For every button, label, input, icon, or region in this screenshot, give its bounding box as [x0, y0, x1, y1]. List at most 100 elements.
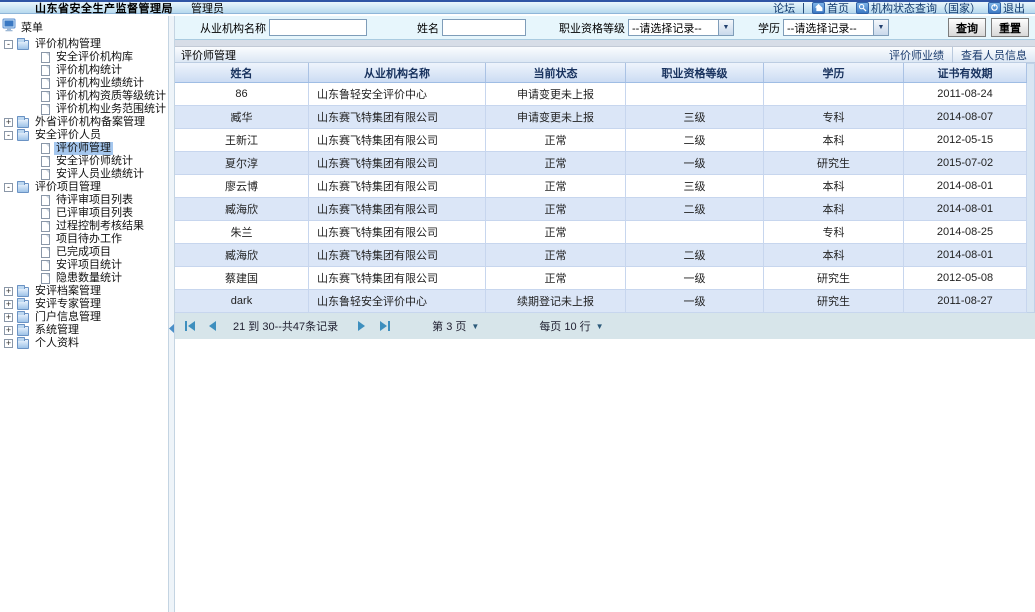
sidebar-tree-item[interactable]: 安全评价师统计 [2, 155, 168, 168]
tree-item-label: 评价机构统计 [54, 64, 124, 77]
sidebar-tree-item[interactable]: 安全评价机构库 [2, 51, 168, 64]
sidebar-tree-item[interactable]: + 系统管理 [2, 324, 168, 337]
sidebar-tree-item[interactable]: 过程控制考核结果 [2, 220, 168, 233]
sidebar-tree-item[interactable]: 隐患数量统计 [2, 272, 168, 285]
cell-cert-expiry: 2014-08-01 [904, 175, 1027, 198]
cell-cert-expiry: 2012-05-08 [904, 267, 1027, 290]
table-column-header[interactable]: 从业机构名称 [309, 63, 486, 82]
cell-status: 续期登记未上报 [486, 290, 626, 313]
cell-organization: 山东赛飞特集团有限公司 [309, 152, 486, 175]
sidebar-tree-item[interactable]: 评价师管理 [2, 142, 168, 155]
page-select[interactable]: 第 3 页 ▼ [432, 318, 479, 334]
sidebar-tree-item[interactable]: + 外省评价机构备案管理 [2, 116, 168, 129]
cell-cert-expiry: 2011-08-27 [904, 290, 1027, 313]
splitter-collapse-handle[interactable] [169, 311, 174, 345]
previous-page-icon[interactable] [205, 321, 219, 331]
cell-grade: 二级 [626, 198, 764, 221]
sidebar-tree-item[interactable]: 评价机构统计 [2, 64, 168, 77]
first-page-icon[interactable] [183, 321, 197, 331]
tree-node-icon [41, 78, 50, 89]
tree-item-label: 安全评价人员 [33, 129, 103, 142]
sidebar-tree-item[interactable]: 待评审项目列表 [2, 194, 168, 207]
top-links: 论坛 | 首页 机构状态查询（国家） 退出 [773, 0, 1025, 16]
table-row[interactable]: 蔡建国 山东赛飞特集团有限公司 正常 一级 研究生 2012-05-08 [175, 267, 1027, 290]
grade-select-arrow-icon[interactable]: ▼ [718, 20, 733, 35]
table-row[interactable]: dark 山东鲁轻安全评价中心 续期登记未上报 一级 研究生 2011-08-2… [175, 290, 1027, 313]
table-row[interactable]: 夏尔淳 山东赛飞特集团有限公司 正常 一级 研究生 2015-07-02 [175, 152, 1027, 175]
table-row[interactable]: 朱兰 山东赛飞特集团有限公司 正常 专科 2014-08-25 [175, 221, 1027, 244]
sidebar-tree-item[interactable]: 已完成项目 [2, 246, 168, 259]
cell-name: dark [175, 290, 309, 313]
view-person-info-link[interactable]: 查看人员信息 [952, 47, 1035, 63]
tree-toggle[interactable]: + [4, 339, 13, 348]
sidebar-tree-item[interactable]: + 安评档案管理 [2, 285, 168, 298]
tree-toggle[interactable]: - [4, 40, 13, 49]
cell-organization: 山东赛飞特集团有限公司 [309, 106, 486, 129]
table-column-header[interactable]: 职业资格等级 [626, 63, 764, 82]
org-status-query-link[interactable]: 机构状态查询（国家） [856, 0, 981, 16]
tree-toggle[interactable]: - [4, 131, 13, 140]
tree-toggle[interactable]: + [4, 326, 13, 335]
table-scrollbar-track[interactable] [1027, 63, 1035, 313]
sidebar-tree-item[interactable]: - 评价项目管理 [2, 181, 168, 194]
education-select-value: --请选择记录-- [784, 20, 873, 36]
query-button[interactable]: 查询 [948, 18, 986, 37]
last-page-icon[interactable] [378, 321, 392, 331]
tree-toggle[interactable]: + [4, 300, 13, 309]
tree-toggle[interactable]: + [4, 313, 13, 322]
sidebar-tree-item[interactable]: 安评项目统计 [2, 259, 168, 272]
sidebar-tree-item[interactable]: 项目待办工作 [2, 233, 168, 246]
table-row[interactable]: 廖云博 山东赛飞特集团有限公司 正常 三级 本科 2014-08-01 [175, 175, 1027, 198]
education-select-arrow-icon[interactable]: ▼ [873, 20, 888, 35]
org-name-input[interactable] [269, 19, 367, 36]
tree-toggle[interactable]: + [4, 118, 13, 127]
sidebar-tree-item[interactable]: 安评人员业绩统计 [2, 168, 168, 181]
forum-link[interactable]: 论坛 [773, 0, 795, 16]
sidebar-tree-item[interactable]: - 评价机构管理 [2, 38, 168, 51]
tree-item-label: 已完成项目 [54, 246, 113, 259]
table-column-header[interactable]: 姓名 [175, 63, 309, 82]
education-select[interactable]: --请选择记录-- ▼ [783, 19, 889, 36]
sidebar-splitter[interactable] [168, 16, 175, 612]
table-row[interactable]: 臧海欣 山东赛飞特集团有限公司 正常 二级 本科 2014-08-01 [175, 244, 1027, 267]
cell-name: 臧海欣 [175, 244, 309, 267]
tree-item-label: 评价机构管理 [33, 38, 103, 51]
evaluator-performance-link[interactable]: 评价师业绩 [881, 47, 952, 63]
tree-node-icon [41, 91, 50, 102]
home-link[interactable]: 首页 [812, 0, 849, 16]
sidebar-tree-item[interactable]: + 安评专家管理 [2, 298, 168, 311]
reset-button[interactable]: 重置 [991, 18, 1029, 37]
table-row[interactable]: 86 山东鲁轻安全评价中心 申请变更未上报 2011-08-24 [175, 83, 1027, 106]
sidebar-tree-item[interactable]: + 门户信息管理 [2, 311, 168, 324]
cell-name: 蔡建国 [175, 267, 309, 290]
tree-node-icon [17, 313, 29, 323]
sidebar-tree-item[interactable]: 已评审项目列表 [2, 207, 168, 220]
tree-item-label: 评价机构资质等级统计 [54, 90, 168, 103]
sidebar-tree-item[interactable]: 评价机构业务范围统计 [2, 103, 168, 116]
table-row[interactable]: 臧华 山东赛飞特集团有限公司 申请变更未上报 三级 专科 2014-08-07 [175, 106, 1027, 129]
sidebar-tree-item[interactable]: - 安全评价人员 [2, 129, 168, 142]
table-column-header[interactable]: 证书有效期 [904, 63, 1027, 82]
tree-node-icon [17, 131, 29, 141]
tree-item-label: 安评人员业绩统计 [54, 168, 146, 181]
next-page-icon[interactable] [354, 321, 368, 331]
sidebar-tree-item[interactable]: + 个人资料 [2, 337, 168, 350]
table-row[interactable]: 臧海欣 山东赛飞特集团有限公司 正常 二级 本科 2014-08-01 [175, 198, 1027, 221]
link-divider: | [802, 2, 805, 14]
cell-status: 正常 [486, 129, 626, 152]
sidebar-tree-item[interactable]: 评价机构业绩统计 [2, 77, 168, 90]
tree-toggle[interactable]: + [4, 287, 13, 296]
tree-toggle[interactable]: - [4, 183, 13, 192]
person-name-input[interactable] [442, 19, 526, 36]
tree-node-icon [41, 208, 50, 219]
table-column-header[interactable]: 当前状态 [486, 63, 626, 82]
logout-icon [988, 2, 1001, 14]
grade-select[interactable]: --请选择记录-- ▼ [628, 19, 734, 36]
cell-education: 本科 [764, 244, 904, 267]
sidebar-tree-item[interactable]: 评价机构资质等级统计 [2, 90, 168, 103]
cell-grade [626, 221, 764, 244]
table-row[interactable]: 王新江 山东赛飞特集团有限公司 正常 二级 本科 2012-05-15 [175, 129, 1027, 152]
page-size-select[interactable]: 每页 10 行 ▼ [539, 318, 603, 334]
logout-link[interactable]: 退出 [988, 0, 1025, 16]
table-column-header[interactable]: 学历 [764, 63, 904, 82]
